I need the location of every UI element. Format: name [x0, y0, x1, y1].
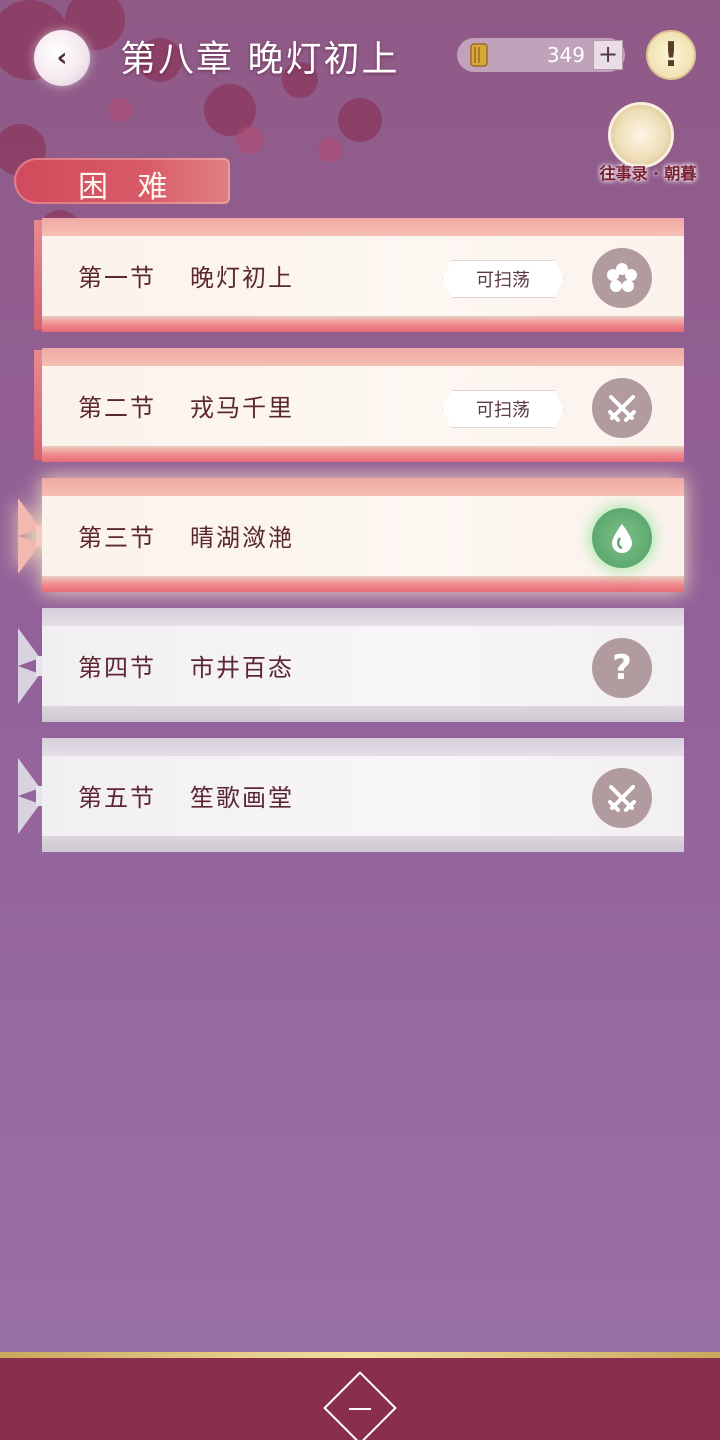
sundial-icon	[608, 102, 674, 168]
sweep-badge[interactable]: 可扫荡	[442, 260, 564, 298]
section-number: 第二节	[78, 394, 156, 422]
back-button[interactable]: ‹	[34, 30, 90, 86]
difficulty-label: 困 难	[78, 170, 178, 205]
section-number: 第四节	[78, 654, 156, 682]
section-name: 市井百态	[190, 654, 294, 682]
difficulty-tag[interactable]: 困 难	[14, 158, 230, 205]
section-name: 晴湖潋滟	[190, 524, 294, 552]
section-name: 笙歌画堂	[190, 784, 294, 812]
notice-button[interactable]: !	[646, 30, 696, 80]
section-row-1[interactable]: 第一节 晚灯初上 可扫荡	[34, 218, 684, 334]
page-label: 一	[348, 1396, 372, 1424]
section-number: 第一节	[78, 264, 156, 292]
flower-icon	[592, 248, 652, 308]
section-number: 第五节	[78, 784, 156, 812]
sweep-badge[interactable]: 可扫荡	[442, 390, 564, 428]
section-row-2[interactable]: 第二节 戎马千里 可扫荡	[34, 348, 684, 464]
add-currency-button[interactable]: +	[593, 40, 623, 70]
section-name: 晚灯初上	[190, 264, 294, 292]
section-row-5[interactable]: 第五节 笙歌画堂	[18, 738, 684, 854]
crossed-swords-icon	[592, 378, 652, 438]
exclamation-icon: !	[663, 35, 679, 75]
section-name: 戎马千里	[190, 394, 294, 422]
section-row-4[interactable]: 第四节 市井百态 ?	[18, 608, 684, 724]
memoir-button[interactable]: 往事录 · 朝暮	[592, 100, 712, 190]
chapter-title: 第八章 晚灯初上	[120, 39, 400, 80]
crossed-swords-icon	[592, 768, 652, 828]
question-icon: ?	[592, 638, 652, 698]
memoir-label: 往事录 · 朝暮	[599, 164, 697, 183]
section-number: 第三节	[78, 524, 156, 552]
scroll-coin-icon	[470, 43, 488, 67]
currency-display: 349 +	[457, 38, 625, 72]
section-row-3[interactable]: 第三节 晴湖潋滟	[18, 478, 684, 594]
water-drop-icon	[592, 508, 652, 568]
currency-amount: 349	[546, 43, 585, 67]
chevron-left-icon: ‹	[56, 43, 68, 73]
